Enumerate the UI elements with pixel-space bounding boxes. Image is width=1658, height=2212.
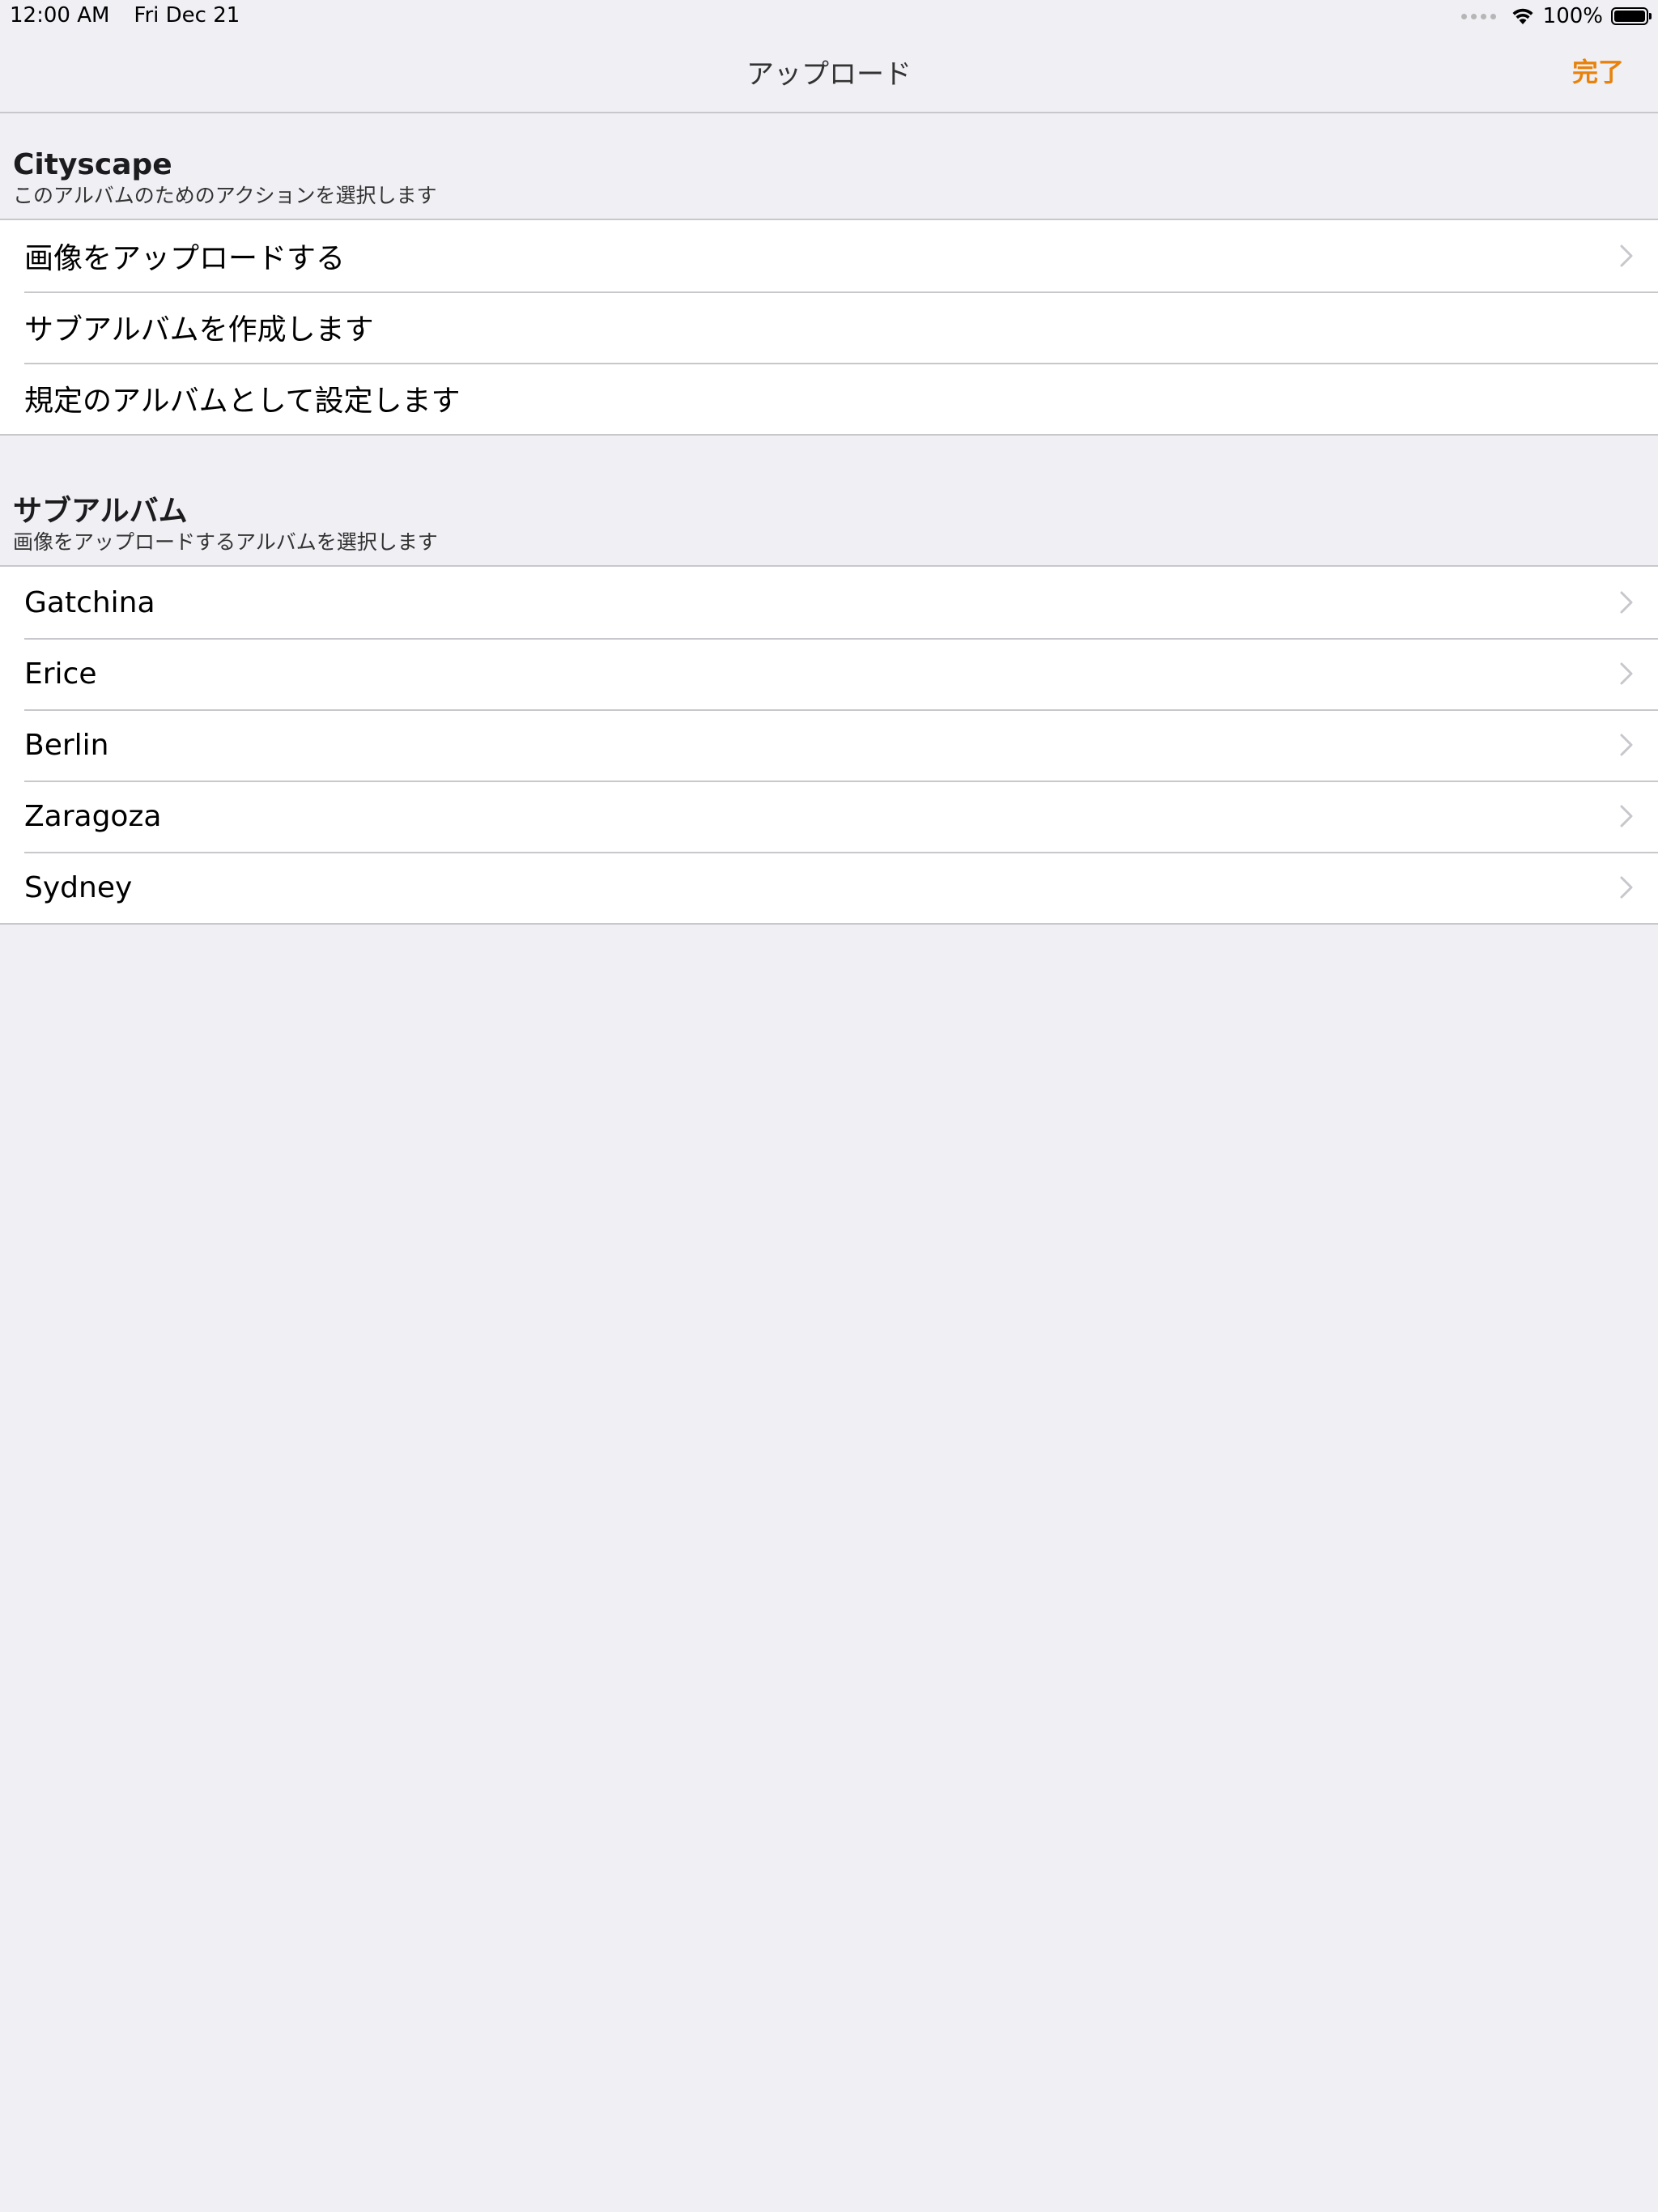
subalbum-row-erice[interactable]: Erice xyxy=(0,638,1658,709)
row-label: Sydney xyxy=(24,870,133,904)
set-default-album-row[interactable]: 規定のアルバムとして設定します xyxy=(0,363,1658,434)
cellular-signal-icon xyxy=(1460,13,1496,19)
screen: 12:00 AM Fri Dec 21 100% アップロード 完了 Citys… xyxy=(0,0,1658,2212)
subalbum-section-subtitle: 画像をアップロードするアルバムを選択します xyxy=(13,530,438,554)
subalbum-row-zaragoza[interactable]: Zaragoza xyxy=(0,781,1658,852)
chevron-right-icon xyxy=(1620,245,1633,267)
chevron-right-icon xyxy=(1620,876,1633,899)
battery-icon xyxy=(1611,7,1652,25)
battery-percent: 100% xyxy=(1542,4,1603,28)
subalbum-section-title: サブアルバム xyxy=(13,495,188,528)
row-label: 規定のアルバムとして設定します xyxy=(24,385,461,418)
status-bar: 12:00 AM Fri Dec 21 100% xyxy=(0,0,1658,32)
chevron-right-icon xyxy=(1620,805,1633,827)
status-right: 100% xyxy=(1460,2,1652,31)
album-section-title: Cityscape xyxy=(13,148,172,181)
subalbum-row-gatchina[interactable]: Gatchina xyxy=(0,567,1658,638)
upload-images-row[interactable]: 画像をアップロードする xyxy=(0,220,1658,291)
status-date: Fri Dec 21 xyxy=(134,3,240,28)
chevron-right-icon xyxy=(1620,591,1633,614)
chevron-right-icon xyxy=(1620,662,1633,685)
subalbum-row-sydney[interactable]: Sydney xyxy=(0,852,1658,923)
create-subalbum-row[interactable]: サブアルバムを作成します xyxy=(0,291,1658,363)
row-label: サブアルバムを作成します xyxy=(24,313,374,347)
row-label: Zaragoza xyxy=(24,799,162,833)
album-section-header: Cityscape このアルバムのためのアクションを選択します xyxy=(13,147,437,209)
wifi-icon xyxy=(1512,8,1533,24)
subalbums-table: Gatchina Erice Berlin Zaragoza Sydney xyxy=(0,565,1658,925)
nav-title: アップロード xyxy=(746,58,912,91)
status-left: 12:00 AM Fri Dec 21 xyxy=(10,3,240,28)
row-label: 画像をアップロードする xyxy=(24,242,346,275)
status-time: 12:00 AM xyxy=(10,3,110,28)
chevron-right-icon xyxy=(1620,734,1633,756)
subalbum-section-header: サブアルバム 画像をアップロードするアルバムを選択します xyxy=(13,494,438,555)
row-label: Erice xyxy=(24,657,97,691)
row-label: Berlin xyxy=(24,728,109,762)
done-button[interactable]: 完了 xyxy=(1572,52,1624,89)
navigation-bar: アップロード 完了 xyxy=(0,32,1658,113)
album-actions-table: 画像をアップロードする サブアルバムを作成します 規定のアルバムとして設定します xyxy=(0,219,1658,436)
subalbum-row-berlin[interactable]: Berlin xyxy=(0,709,1658,781)
row-label: Gatchina xyxy=(24,585,155,619)
album-section-subtitle: このアルバムのためのアクションを選択します xyxy=(13,184,437,207)
